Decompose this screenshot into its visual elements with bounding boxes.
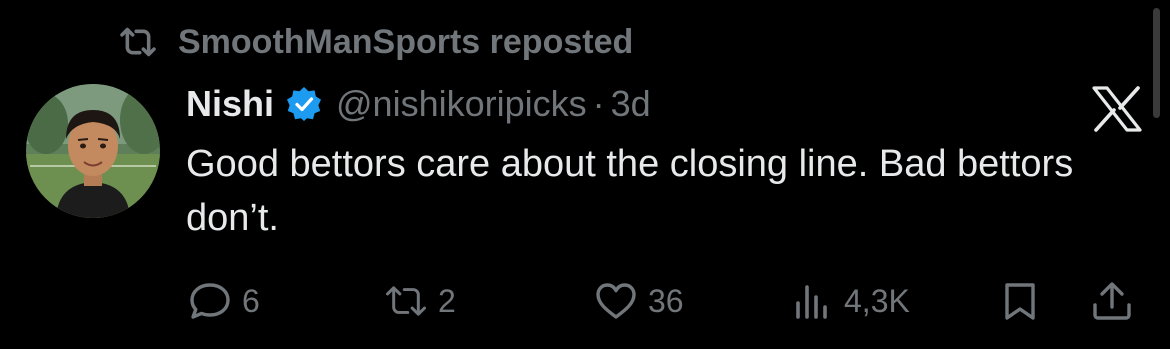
share-button[interactable] (1090, 278, 1134, 324)
like-button[interactable]: 36 (594, 278, 684, 324)
views-icon (796, 285, 827, 319)
bookmark-icon (1005, 283, 1035, 320)
reply-count: 6 (242, 282, 260, 319)
like-count: 36 (648, 282, 684, 319)
author-name[interactable]: Nishi (186, 83, 274, 125)
reply-button[interactable]: 6 (188, 278, 260, 324)
reply-icon (190, 283, 230, 319)
tweet-actions: 6 2 36 4,3K (0, 278, 1170, 324)
verified-badge-icon[interactable] (286, 86, 322, 122)
scrollbar[interactable] (1153, 8, 1160, 118)
repost-context[interactable]: SmoothManSports reposted (118, 22, 633, 62)
repost-icon (386, 286, 426, 316)
author-handle[interactable]: @nishikoripicks (336, 83, 587, 125)
share-icon (1093, 282, 1131, 320)
tweet-text: Good bettors care about the closing line… (186, 143, 1074, 239)
heart-icon (596, 283, 636, 319)
tweet-card[interactable]: SmoothManSports reposted Nishi @nishikor… (0, 0, 1170, 349)
views-count: 4,3K (844, 282, 910, 319)
views-button[interactable]: 4,3K (790, 278, 910, 324)
avatar-image (26, 84, 160, 218)
bookmark-button[interactable] (998, 278, 1042, 324)
tweet-header: Nishi @nishikoripicks · 3d (186, 80, 651, 128)
header-separator: · (592, 83, 605, 124)
repost-icon (120, 27, 156, 57)
repost-button[interactable]: 2 (384, 278, 456, 324)
tweet-timestamp[interactable]: 3d (611, 83, 651, 125)
avatar[interactable] (26, 84, 160, 218)
repost-count: 2 (438, 282, 456, 319)
x-logo-icon (1092, 86, 1142, 132)
repost-label[interactable]: SmoothManSports reposted (178, 23, 633, 62)
